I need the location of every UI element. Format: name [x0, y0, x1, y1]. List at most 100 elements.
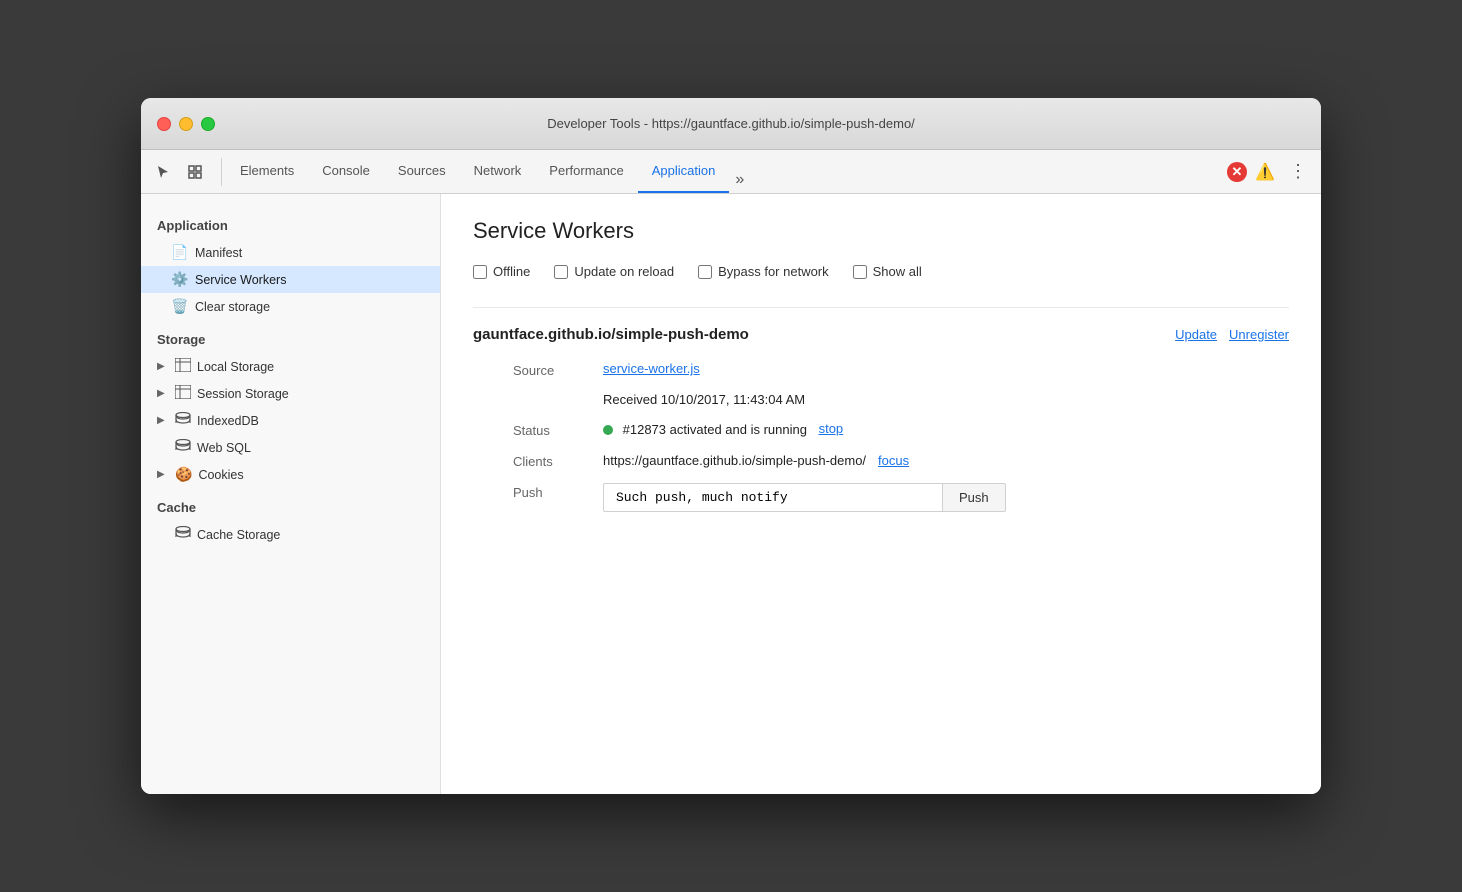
update-on-reload-label: Update on reload	[574, 264, 674, 279]
offline-checkbox-label[interactable]: Offline	[473, 264, 530, 279]
tab-application[interactable]: Application	[638, 150, 730, 193]
show-all-checkbox-label[interactable]: Show all	[853, 264, 922, 279]
indexeddb-arrow: ▶	[157, 415, 169, 426]
push-input[interactable]	[603, 483, 943, 512]
page-title: Service Workers	[473, 218, 1289, 244]
sidebar-item-manifest[interactable]: 📄 Manifest	[141, 239, 440, 266]
source-label: Source	[513, 361, 603, 378]
push-button[interactable]: Push	[943, 483, 1006, 512]
tab-performance[interactable]: Performance	[535, 150, 637, 193]
source-value: service-worker.js	[603, 361, 1289, 378]
local-storage-label: Local Storage	[197, 360, 274, 374]
update-link[interactable]: Update	[1175, 327, 1217, 342]
source-file-link[interactable]: service-worker.js	[603, 361, 700, 376]
main-layout: Application 📄 Manifest ⚙️ Service Worker…	[141, 194, 1321, 794]
received-label	[513, 392, 603, 407]
web-sql-icon	[175, 439, 191, 456]
title-bar: Developer Tools - https://gauntface.gith…	[141, 98, 1321, 150]
maximize-button[interactable]	[201, 117, 215, 131]
cookies-arrow: ▶	[157, 469, 169, 480]
sidebar-item-local-storage[interactable]: ▶ Local Storage	[141, 353, 440, 380]
storage-section-label: Storage	[141, 320, 440, 353]
cursor-svg	[155, 164, 171, 180]
status-value: #12873 activated and is running stop	[603, 421, 1289, 438]
session-storage-label: Session Storage	[197, 387, 289, 401]
bypass-for-network-label: Bypass for network	[718, 264, 829, 279]
tab-console[interactable]: Console	[308, 150, 384, 193]
service-workers-label: Service Workers	[195, 273, 286, 287]
minimize-button[interactable]	[179, 117, 193, 131]
indexeddb-icon	[175, 412, 191, 429]
status-dot	[603, 425, 613, 435]
options-row: Offline Update on reload Bypass for netw…	[473, 264, 1289, 279]
status-activated-text: activated and is running	[670, 422, 807, 437]
sw-actions: Update Unregister	[1175, 327, 1289, 342]
sidebar-item-web-sql[interactable]: Web SQL	[141, 434, 440, 461]
bypass-for-network-checkbox-label[interactable]: Bypass for network	[698, 264, 829, 279]
clients-value: https://gauntface.github.io/simple-push-…	[603, 452, 1289, 469]
offline-checkbox[interactable]	[473, 265, 487, 279]
application-section-label: Application	[141, 206, 440, 239]
stop-link[interactable]: stop	[819, 421, 844, 436]
web-sql-label: Web SQL	[197, 441, 251, 455]
show-all-label: Show all	[873, 264, 922, 279]
sw-origin: gauntface.github.io/simple-push-demo	[473, 326, 749, 343]
inspect-svg	[187, 164, 203, 180]
received-text: Received 10/10/2017, 11:43:04 AM	[603, 392, 1289, 407]
close-button[interactable]	[157, 117, 171, 131]
status-label: Status	[513, 421, 603, 438]
service-workers-icon: ⚙️	[171, 271, 187, 288]
sw-entry: gauntface.github.io/simple-push-demo Upd…	[473, 307, 1289, 512]
more-menu-button[interactable]: ⋮	[1283, 159, 1313, 184]
cookies-label: Cookies	[198, 468, 243, 482]
toolbar: Elements Console Sources Network Perform…	[141, 150, 1321, 194]
sidebar-item-clear-storage[interactable]: 🗑️ Clear storage	[141, 293, 440, 320]
show-all-checkbox[interactable]	[853, 265, 867, 279]
manifest-icon: 📄	[171, 244, 187, 261]
cursor-icon[interactable]	[149, 158, 177, 186]
sidebar: Application 📄 Manifest ⚙️ Service Worker…	[141, 194, 441, 794]
update-on-reload-checkbox[interactable]	[554, 265, 568, 279]
update-on-reload-checkbox-label[interactable]: Update on reload	[554, 264, 674, 279]
manifest-label: Manifest	[195, 246, 242, 260]
inspect-icon[interactable]	[181, 158, 209, 186]
unregister-link[interactable]: Unregister	[1229, 327, 1289, 342]
push-input-row: Push	[603, 483, 1289, 512]
cache-section-label: Cache	[141, 488, 440, 521]
sidebar-item-cookies[interactable]: ▶ 🍪 Cookies	[141, 461, 440, 488]
tabs: Elements Console Sources Network Perform…	[226, 150, 1227, 193]
push-label: Push	[513, 483, 603, 512]
session-storage-icon	[175, 385, 191, 402]
clients-label: Clients	[513, 452, 603, 469]
main-content: Service Workers Offline Update on reload…	[441, 194, 1321, 794]
sidebar-item-service-workers[interactable]: ⚙️ Service Workers	[141, 266, 440, 293]
sidebar-item-indexeddb[interactable]: ▶ IndexedDB	[141, 407, 440, 434]
local-storage-arrow: ▶	[157, 361, 169, 372]
warning-badge[interactable]: ⚠️	[1255, 162, 1275, 182]
status-id: #12873	[623, 422, 666, 437]
local-storage-icon	[175, 358, 191, 375]
indexeddb-label: IndexedDB	[197, 414, 259, 428]
sw-header: gauntface.github.io/simple-push-demo Upd…	[473, 326, 1289, 343]
offline-label: Offline	[493, 264, 530, 279]
tab-network[interactable]: Network	[460, 150, 536, 193]
sidebar-item-session-storage[interactable]: ▶ Session Storage	[141, 380, 440, 407]
clear-storage-label: Clear storage	[195, 300, 270, 314]
toolbar-right: ✕ ⚠️ ⋮	[1227, 159, 1313, 184]
more-tabs-button[interactable]: »	[729, 167, 750, 193]
error-count-badge[interactable]: ✕	[1227, 162, 1247, 182]
sw-details-table: Source service-worker.js Received 10/10/…	[513, 361, 1289, 512]
sidebar-item-cache-storage[interactable]: Cache Storage	[141, 521, 440, 548]
window-title: Developer Tools - https://gauntface.gith…	[547, 116, 915, 131]
devtools-window: Developer Tools - https://gauntface.gith…	[141, 98, 1321, 794]
cache-storage-label: Cache Storage	[197, 528, 280, 542]
focus-link[interactable]: focus	[878, 453, 909, 468]
tab-sources[interactable]: Sources	[384, 150, 460, 193]
tab-elements[interactable]: Elements	[226, 150, 308, 193]
bypass-for-network-checkbox[interactable]	[698, 265, 712, 279]
cookies-icon: 🍪	[175, 466, 192, 483]
push-value: Push	[603, 483, 1289, 512]
session-storage-arrow: ▶	[157, 388, 169, 399]
toolbar-icons	[149, 158, 222, 186]
cache-storage-icon	[175, 526, 191, 543]
